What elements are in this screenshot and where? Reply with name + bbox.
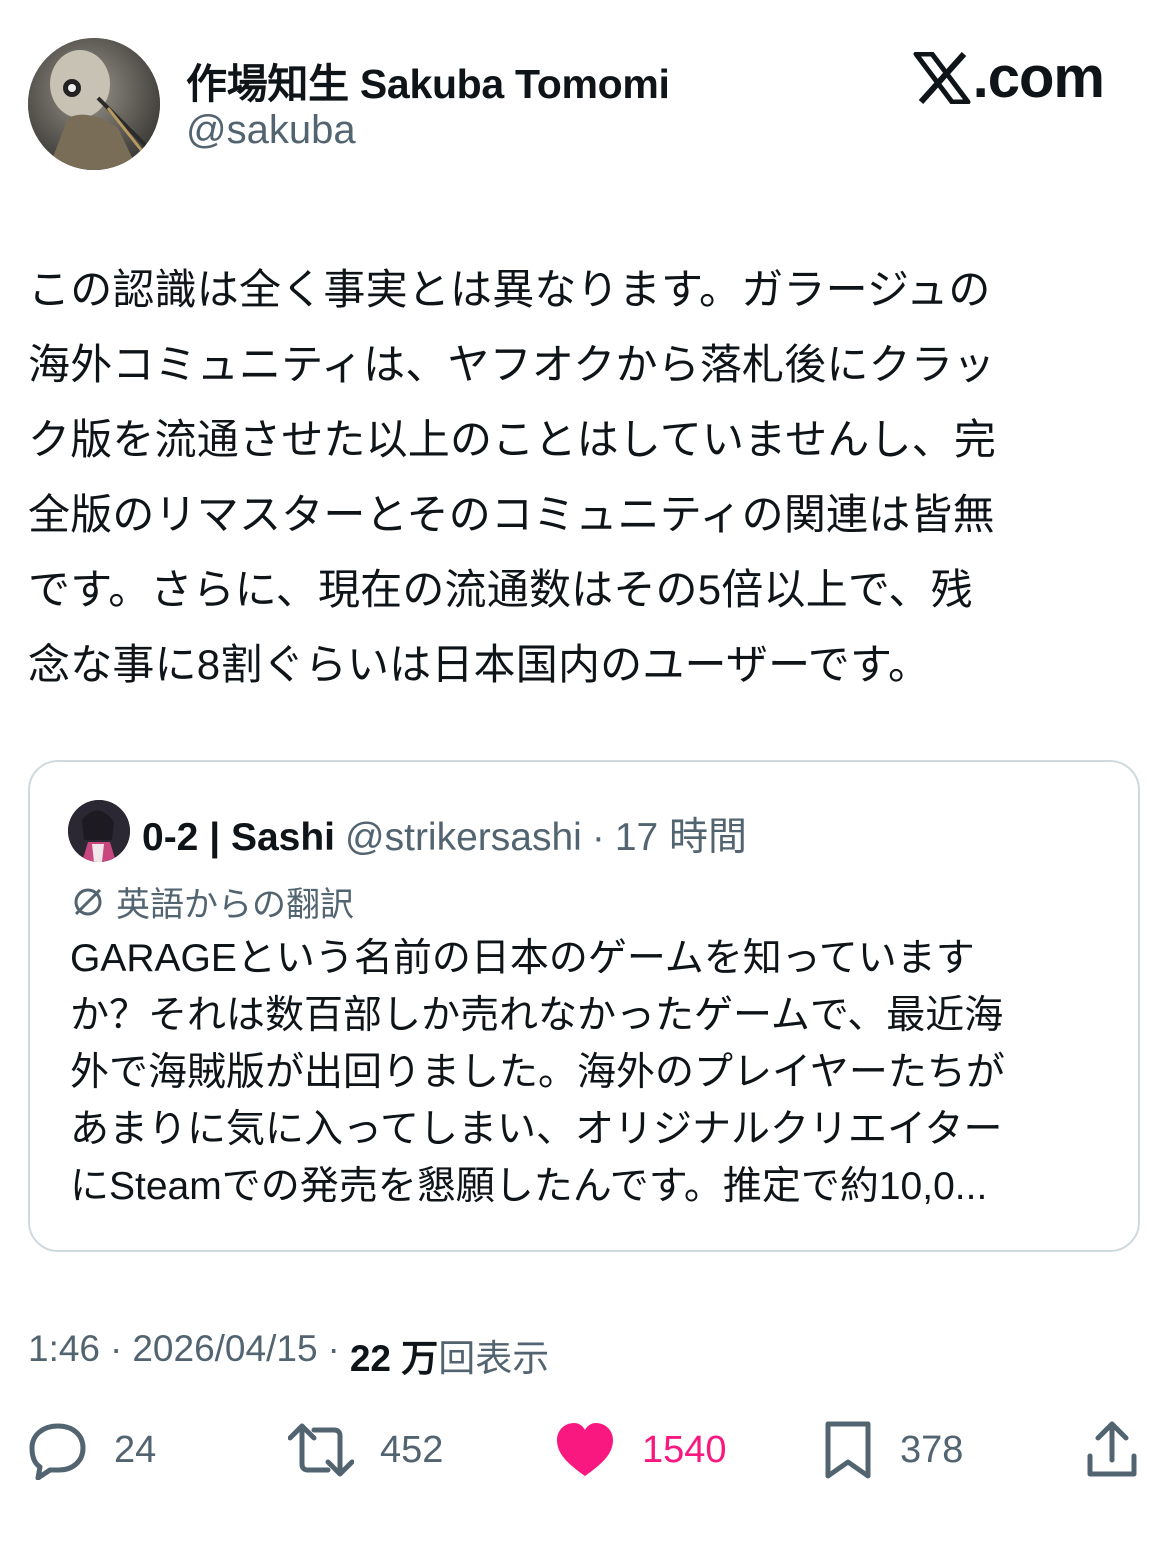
brand-text: .com xyxy=(972,45,1105,110)
translate-icon xyxy=(74,888,102,915)
quoted-text-line: あまりに気に入ってしまい、オリジナルクリエイター xyxy=(70,1108,1003,1151)
tweet-text-line: 海外コミュニティは、ヤフオクから落札後にクラッ xyxy=(28,341,996,388)
share-icon xyxy=(1087,1421,1137,1477)
quoted-header: 0-2 | Sashi @strikersashi · 17 時間 xyxy=(142,806,747,862)
quoted-text: GARAGEという名前の日本のゲームを知っています か？それは数百部しか売れなかっ… xyxy=(70,930,1110,1215)
quoted-text-line: か？それは数百部しか売れなかったゲームで、最近海 xyxy=(70,994,1004,1037)
bookmark-count: 378 xyxy=(900,1428,964,1471)
author-display-name[interactable]: 作場知生 Sakuba Tomomi xyxy=(186,50,670,110)
author-avatar[interactable] xyxy=(28,38,160,170)
quoted-separator: · xyxy=(591,816,605,859)
like-button[interactable]: 1540 xyxy=(554,1420,727,1480)
quoted-text-line: 外で海賊版が出回りました。海外のプレイヤーたちが xyxy=(70,1051,1005,1094)
bookmark-button[interactable]: 378 xyxy=(822,1420,963,1480)
tweet-text-line: です。さらに、現在の流通数はその5倍以上で、残 xyxy=(28,566,973,613)
translation-note[interactable]: 英語からの翻訳 xyxy=(70,877,354,926)
quoted-avatar[interactable] xyxy=(68,800,130,862)
meta-separator: · xyxy=(110,1328,123,1369)
tweet-text-line: ク版を流通させた以上のことはしていませんし、完 xyxy=(28,416,997,463)
quoted-name[interactable]: 0-2 | Sashi xyxy=(142,816,335,860)
tweet-text: この認識は全く事実とは異なります。ガラージュの 海外コミュニティは、ヤフオクから落… xyxy=(28,252,1144,702)
quoted-text-line: GARAGEという名前の日本のゲームを知っています xyxy=(70,937,975,980)
quoted-text-line: にSteamでの発売を懇願したんです。推定で約10,0... xyxy=(70,1165,988,1208)
quoted-handle[interactable]: @strikersashi xyxy=(345,816,582,860)
translation-label: 英語からの翻訳 xyxy=(116,886,354,924)
like-count: 1540 xyxy=(642,1428,727,1471)
tweet-time[interactable]: 1:46 xyxy=(28,1328,100,1382)
heart-filled-icon xyxy=(557,1423,613,1476)
avatar-image xyxy=(28,38,160,170)
reply-button[interactable]: 24 xyxy=(28,1420,156,1480)
reply-count: 24 xyxy=(114,1428,157,1471)
views-count: 22 万 xyxy=(349,1338,439,1379)
repost-icon xyxy=(288,1423,354,1477)
tweet-text-line: 全版のリマスターとそのコミュニティの関連は皆無 xyxy=(28,491,995,538)
reply-icon xyxy=(29,1423,86,1480)
repost-count: 452 xyxy=(380,1428,444,1471)
meta-separator: · xyxy=(327,1328,340,1369)
views-label: 回表示 xyxy=(438,1338,550,1379)
tweet-text-line: 念な事に8割ぐらいは日本国内のユーザーです。 xyxy=(28,641,931,688)
repost-button[interactable]: 452 xyxy=(288,1420,443,1480)
x-logo-icon xyxy=(913,51,971,104)
tweet-meta: 1:46 · 2026/04/15 · 22 万回表示 xyxy=(28,1328,549,1382)
bookmark-icon xyxy=(825,1421,871,1479)
quoted-tweet-card[interactable]: 0-2 | Sashi @strikersashi · 17 時間 英語からの翻… xyxy=(28,760,1140,1252)
tweet-date[interactable]: 2026/04/15 xyxy=(132,1328,317,1382)
author-handle[interactable]: @sakuba xyxy=(186,108,356,153)
share-button[interactable] xyxy=(1084,1420,1140,1480)
tweet-text-line: この認識は全く事実とは異なります。ガラージュの xyxy=(28,266,991,313)
quoted-avatar-image xyxy=(68,800,130,862)
x-com-watermark: .com xyxy=(913,44,1105,111)
action-bar: 24 452 1540 378 xyxy=(0,1420,1170,1490)
quoted-time[interactable]: 17 時間 xyxy=(615,806,747,862)
